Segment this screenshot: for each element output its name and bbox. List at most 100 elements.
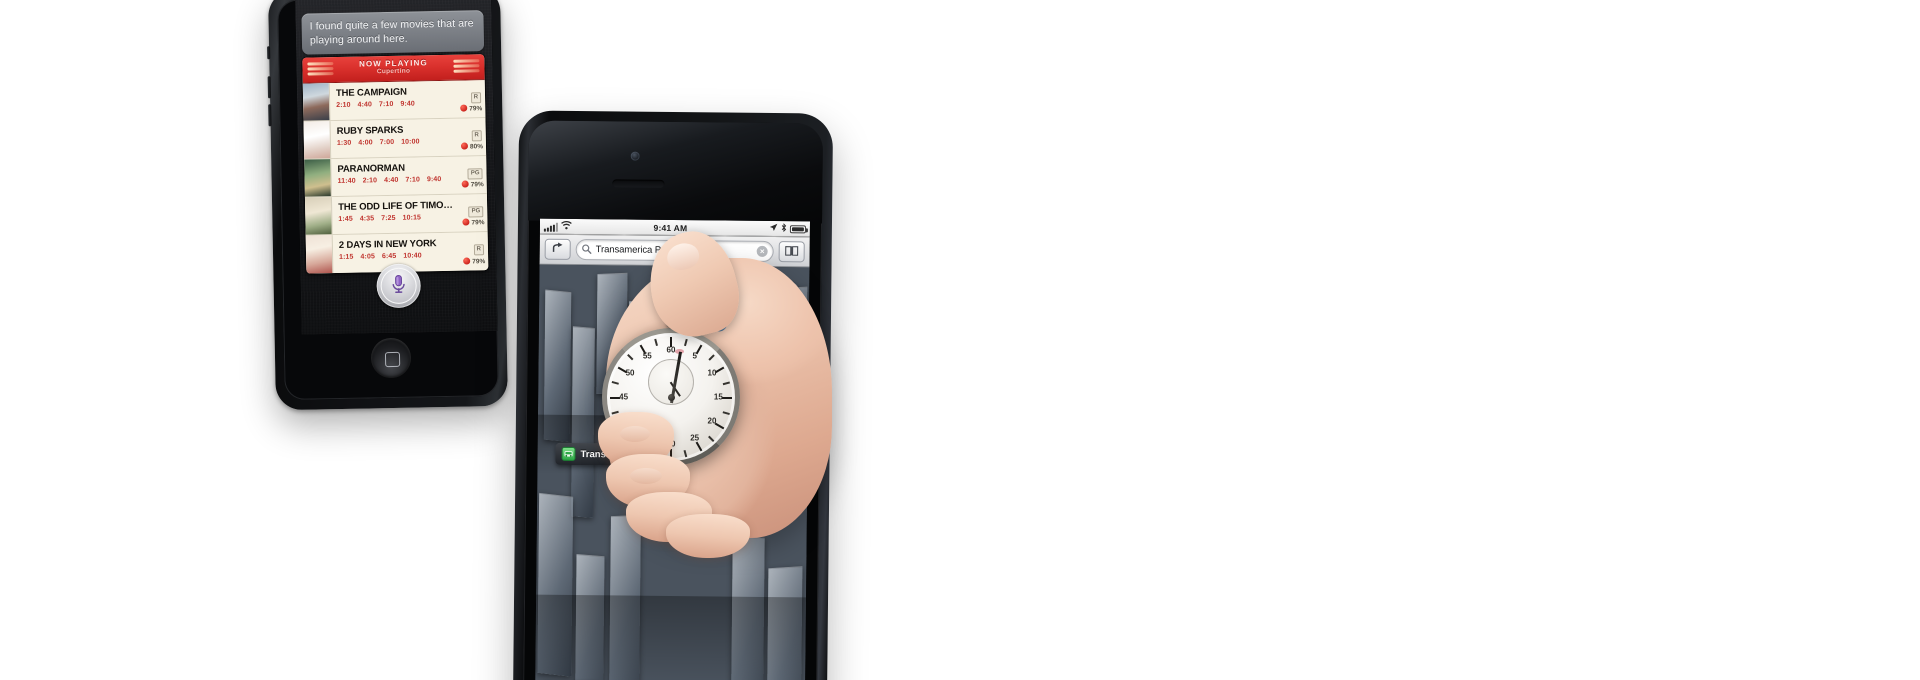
knuckle-highlight	[620, 426, 650, 442]
stopwatch-number: 20	[707, 416, 717, 426]
mpaa-rating-badge: PG	[468, 206, 484, 218]
showtime[interactable]: 4:00	[358, 139, 373, 146]
ticket-stub-right-icon	[453, 59, 480, 74]
volume-down-button[interactable]	[268, 104, 272, 127]
now-playing-card[interactable]: NOW PLAYING Cupertino THE CAMPAIGN 2:10 4…	[302, 54, 489, 274]
share-icon	[551, 240, 564, 258]
front-camera-icon	[630, 151, 640, 161]
mpaa-rating-badge: R	[473, 244, 485, 256]
siri-response-bubble: I found quite a few movies that are play…	[301, 10, 485, 55]
movie-poster	[302, 83, 331, 121]
showtime[interactable]: 2:10	[363, 177, 378, 184]
showtime[interactable]: 7:10	[405, 176, 420, 183]
tomato-icon	[462, 218, 470, 226]
movie-showtimes: 1:30 4:00 7:00 10:00	[337, 138, 452, 147]
movie-row[interactable]: THE CAMPAIGN 2:10 4:40 7:10 9:40 R 79%	[302, 80, 486, 122]
showtime[interactable]: 7:25	[381, 215, 396, 222]
tomato-icon	[460, 142, 469, 150]
mpaa-rating-badge: PG	[467, 168, 483, 180]
movie-row[interactable]: PARANORMAN 11:40 2:10 4:40 7:10 9:40 PG 79%	[304, 156, 487, 198]
movie-title: THE ODD LIFE OF TIMO…	[338, 199, 453, 213]
showtime[interactable]: 11:40	[338, 178, 356, 185]
movie-row[interactable]: RUBY SPARKS 1:30 4:00 7:00 10:00 R 80%	[303, 118, 487, 160]
volume-up-button[interactable]	[267, 76, 272, 99]
movie-row[interactable]: THE ODD LIFE OF TIMO… 1:45 4:35 7:25 10:15 …	[304, 194, 488, 236]
siri-screen: I found quite a few movies that are play…	[295, 0, 498, 335]
knuckle-highlight	[630, 468, 662, 484]
hand-holding-stopwatch: 60 5 10 15 20 25 30 35 40 45 50 55	[596, 223, 846, 558]
stopwatch-number: 25	[690, 433, 700, 443]
showtime[interactable]: 1:45	[338, 216, 353, 223]
signal-bars-icon	[543, 222, 558, 232]
showtime[interactable]: 1:15	[339, 254, 354, 261]
showtime[interactable]: 4:40	[358, 101, 373, 108]
movie-title: 2 DAYS IN NEW YORK	[338, 238, 437, 251]
movie-meta: PG 79%	[457, 194, 488, 232]
stopwatch-number: 50	[625, 368, 635, 378]
showtime[interactable]: 10:40	[403, 252, 422, 259]
earpiece-speaker	[612, 179, 665, 188]
score-value: 79%	[469, 105, 483, 113]
showtime[interactable]: 1:30	[337, 140, 352, 147]
search-icon	[582, 241, 592, 259]
share-button[interactable]	[544, 238, 571, 260]
movie-info: PARANORMAN 11:40 2:10 4:40 7:10 9:40	[331, 157, 457, 196]
thumbnail-nail	[664, 240, 702, 274]
showtime[interactable]: 6:45	[382, 253, 397, 260]
movie-meta: R 79%	[458, 232, 489, 271]
stopwatch-pivot	[667, 393, 675, 401]
stopwatch-number: 55	[642, 351, 652, 361]
movie-showtimes: 1:15 4:05 6:45 10:40	[339, 252, 454, 261]
showtime[interactable]: 9:40	[400, 101, 415, 108]
microphone-icon	[390, 273, 406, 298]
score-value: 79%	[470, 181, 484, 189]
showtime[interactable]: 10:00	[401, 138, 420, 145]
movie-poster	[305, 235, 334, 274]
iphone-siri-device: I found quite a few movies that are play…	[267, 0, 508, 411]
battery-icon	[789, 224, 806, 233]
showtime[interactable]: 10:15	[403, 214, 422, 221]
showtime[interactable]: 7:10	[379, 101, 394, 108]
composite-scene: I found quite a few movies that are play…	[0, 0, 1920, 680]
stopwatch-number: 15	[713, 392, 723, 402]
movie-meta: PG 79%	[456, 156, 487, 194]
transit-car-icon	[561, 446, 576, 461]
mpaa-rating-badge: R	[471, 130, 482, 142]
ticket-stub-left-icon	[307, 62, 334, 77]
movie-meta: R 80%	[455, 118, 486, 156]
phone-top-glass	[527, 120, 824, 224]
tomato-icon	[463, 257, 471, 265]
score-value: 79%	[471, 219, 485, 227]
tomato-icon	[460, 104, 468, 112]
showtime[interactable]: 2:10	[336, 102, 351, 109]
movie-title: PARANORMAN	[337, 162, 405, 176]
movie-showtimes: 11:40 2:10 4:40 7:10 9:40	[338, 176, 453, 185]
showtime[interactable]: 4:40	[384, 177, 399, 184]
now-playing-header: NOW PLAYING Cupertino	[302, 54, 485, 84]
movie-showtimes: 2:10 4:40 7:10 9:40	[336, 100, 451, 110]
stopwatch-number: 5	[692, 351, 697, 361]
showtime[interactable]: 9:40	[427, 176, 442, 183]
movie-info: THE CAMPAIGN 2:10 4:40 7:10 9:40	[330, 81, 456, 120]
rotten-tomatoes-score: 79%	[461, 180, 484, 189]
movie-meta: R 79%	[455, 80, 486, 118]
movie-showtimes: 1:45 4:35 7:25 10:15	[338, 214, 453, 223]
status-left	[543, 221, 572, 232]
status-right	[769, 223, 806, 234]
score-value: 80%	[469, 143, 484, 151]
movie-title: THE CAMPAIGN	[335, 86, 407, 100]
phone-bezel: I found quite a few movies that are play…	[277, 0, 499, 401]
ring-silent-switch[interactable]	[267, 46, 271, 60]
showtime[interactable]: 7:00	[380, 139, 395, 146]
movie-title: RUBY SPARKS	[336, 124, 404, 138]
stopwatch-number: 60	[666, 345, 676, 355]
showtime[interactable]: 4:05	[360, 253, 375, 260]
mpaa-rating-badge: R	[470, 92, 482, 104]
wifi-icon	[561, 221, 572, 232]
stopwatch-number: 10	[707, 368, 717, 378]
tomato-icon	[461, 180, 469, 188]
location-arrow-icon	[769, 223, 778, 234]
home-button[interactable]	[370, 337, 412, 379]
rotten-tomatoes-score: 79%	[460, 104, 482, 112]
showtime[interactable]: 4:35	[360, 215, 375, 222]
